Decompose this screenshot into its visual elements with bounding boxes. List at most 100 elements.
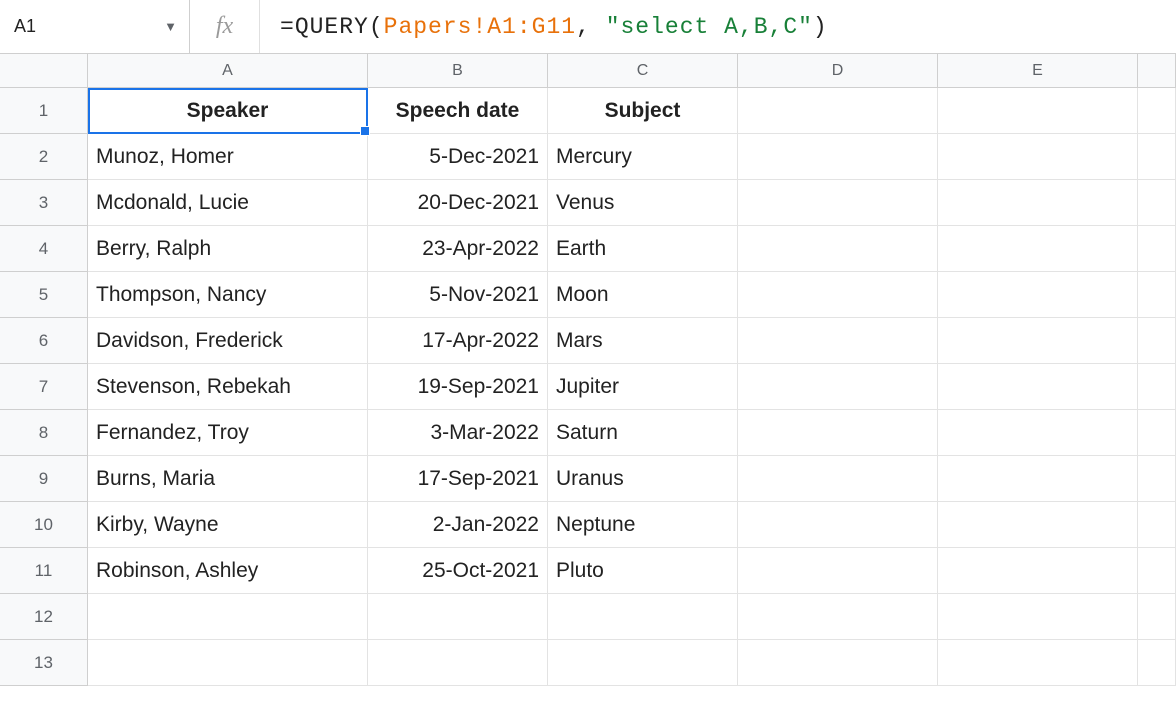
column-header-extra[interactable]: [1138, 54, 1176, 87]
column-header-B[interactable]: B: [368, 54, 548, 87]
row-header-11[interactable]: 11: [0, 548, 88, 594]
cell-E8[interactable]: [938, 410, 1138, 456]
cell-C5[interactable]: Moon: [548, 272, 738, 318]
cell-A5[interactable]: Thompson, Nancy: [88, 272, 368, 318]
cell-E6[interactable]: [938, 318, 1138, 364]
cell-extra-4[interactable]: [1138, 226, 1176, 272]
cell-B12[interactable]: [368, 594, 548, 640]
cell-A11[interactable]: Robinson, Ashley: [88, 548, 368, 594]
cell-D12[interactable]: [738, 594, 938, 640]
cell-extra-2[interactable]: [1138, 134, 1176, 180]
cell-C7[interactable]: Jupiter: [548, 364, 738, 410]
cell-A9[interactable]: Burns, Maria: [88, 456, 368, 502]
name-box[interactable]: A1 ▼: [0, 0, 190, 53]
cell-D13[interactable]: [738, 640, 938, 686]
cell-E12[interactable]: [938, 594, 1138, 640]
cell-extra-1[interactable]: [1138, 88, 1176, 134]
cell-C6[interactable]: Mars: [548, 318, 738, 364]
cell-B10[interactable]: 2-Jan-2022: [368, 502, 548, 548]
cell-B8[interactable]: 3-Mar-2022: [368, 410, 548, 456]
column-header-D[interactable]: D: [738, 54, 938, 87]
cell-D10[interactable]: [738, 502, 938, 548]
cell-D4[interactable]: [738, 226, 938, 272]
cell-C9[interactable]: Uranus: [548, 456, 738, 502]
cell-A7[interactable]: Stevenson, Rebekah: [88, 364, 368, 410]
row-header-13[interactable]: 13: [0, 640, 88, 686]
cell-C10[interactable]: Neptune: [548, 502, 738, 548]
cell-C8[interactable]: Saturn: [548, 410, 738, 456]
cell-B3[interactable]: 20-Dec-2021: [368, 180, 548, 226]
cell-D11[interactable]: [738, 548, 938, 594]
cell-E10[interactable]: [938, 502, 1138, 548]
row-header-3[interactable]: 3: [0, 180, 88, 226]
row-header-7[interactable]: 7: [0, 364, 88, 410]
cell-extra-5[interactable]: [1138, 272, 1176, 318]
cell-B2[interactable]: 5-Dec-2021: [368, 134, 548, 180]
column-header-C[interactable]: C: [548, 54, 738, 87]
cell-B5[interactable]: 5-Nov-2021: [368, 272, 548, 318]
cell-A4[interactable]: Berry, Ralph: [88, 226, 368, 272]
cell-E11[interactable]: [938, 548, 1138, 594]
cell-A8[interactable]: Fernandez, Troy: [88, 410, 368, 456]
row-header-6[interactable]: 6: [0, 318, 88, 364]
cell-D3[interactable]: [738, 180, 938, 226]
cell-E7[interactable]: [938, 364, 1138, 410]
column-header-A[interactable]: A: [88, 54, 368, 87]
cell-D2[interactable]: [738, 134, 938, 180]
row-header-4[interactable]: 4: [0, 226, 88, 272]
cell-A3[interactable]: Mcdonald, Lucie: [88, 180, 368, 226]
cell-B6[interactable]: 17-Apr-2022: [368, 318, 548, 364]
cell-extra-3[interactable]: [1138, 180, 1176, 226]
cell-extra-8[interactable]: [1138, 410, 1176, 456]
cell-D6[interactable]: [738, 318, 938, 364]
cell-E4[interactable]: [938, 226, 1138, 272]
column-header-E[interactable]: E: [938, 54, 1138, 87]
cell-E13[interactable]: [938, 640, 1138, 686]
name-box-dropdown-icon[interactable]: ▼: [162, 19, 179, 34]
cell-B1[interactable]: Speech date: [368, 88, 548, 134]
cell-extra-9[interactable]: [1138, 456, 1176, 502]
cell-E1[interactable]: [938, 88, 1138, 134]
cell-E3[interactable]: [938, 180, 1138, 226]
cell-B11[interactable]: 25-Oct-2021: [368, 548, 548, 594]
cell-D7[interactable]: [738, 364, 938, 410]
cell-B9[interactable]: 17-Sep-2021: [368, 456, 548, 502]
fx-icon[interactable]: fx: [190, 0, 260, 53]
cell-A1[interactable]: Speaker: [88, 88, 368, 134]
row-header-1[interactable]: 1: [0, 88, 88, 134]
cell-extra-7[interactable]: [1138, 364, 1176, 410]
cell-A2[interactable]: Munoz, Homer: [88, 134, 368, 180]
cell-A6[interactable]: Davidson, Frederick: [88, 318, 368, 364]
cell-E5[interactable]: [938, 272, 1138, 318]
cell-C13[interactable]: [548, 640, 738, 686]
cell-A10[interactable]: Kirby, Wayne: [88, 502, 368, 548]
row-header-2[interactable]: 2: [0, 134, 88, 180]
cell-C12[interactable]: [548, 594, 738, 640]
cell-C1[interactable]: Subject: [548, 88, 738, 134]
cell-E2[interactable]: [938, 134, 1138, 180]
cell-A12[interactable]: [88, 594, 368, 640]
cell-E9[interactable]: [938, 456, 1138, 502]
cell-B13[interactable]: [368, 640, 548, 686]
cell-C11[interactable]: Pluto: [548, 548, 738, 594]
cell-B7[interactable]: 19-Sep-2021: [368, 364, 548, 410]
row-header-10[interactable]: 10: [0, 502, 88, 548]
cell-extra-10[interactable]: [1138, 502, 1176, 548]
cell-D5[interactable]: [738, 272, 938, 318]
select-all-corner[interactable]: [0, 54, 88, 87]
cell-B4[interactable]: 23-Apr-2022: [368, 226, 548, 272]
cell-A13[interactable]: [88, 640, 368, 686]
cell-extra-13[interactable]: [1138, 640, 1176, 686]
cell-D8[interactable]: [738, 410, 938, 456]
cell-extra-12[interactable]: [1138, 594, 1176, 640]
row-header-8[interactable]: 8: [0, 410, 88, 456]
cell-C3[interactable]: Venus: [548, 180, 738, 226]
formula-input[interactable]: =QUERY(Papers!A1:G11, "select A,B,C"): [260, 0, 1176, 53]
cell-extra-6[interactable]: [1138, 318, 1176, 364]
row-header-9[interactable]: 9: [0, 456, 88, 502]
row-header-12[interactable]: 12: [0, 594, 88, 640]
cell-C4[interactable]: Earth: [548, 226, 738, 272]
cell-D9[interactable]: [738, 456, 938, 502]
cell-extra-11[interactable]: [1138, 548, 1176, 594]
cell-D1[interactable]: [738, 88, 938, 134]
